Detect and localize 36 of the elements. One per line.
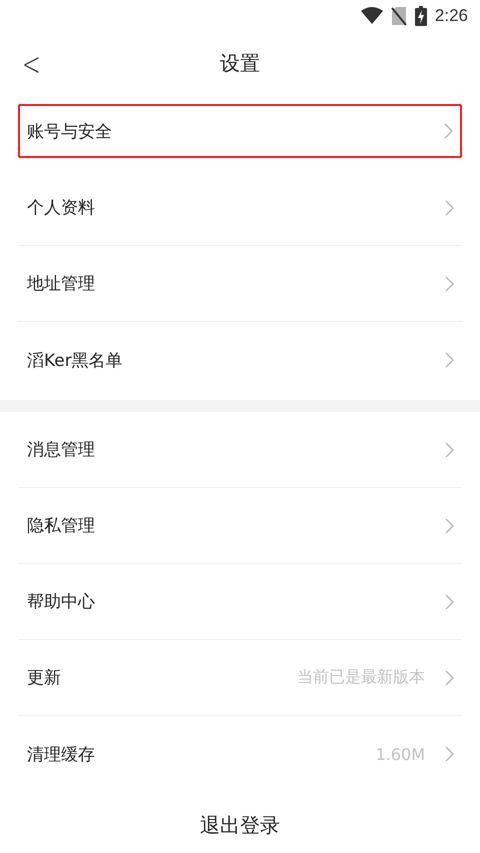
settings-row[interactable]: 个人资料 (18, 170, 462, 246)
row-label: 滔Ker黑名单 (27, 350, 123, 372)
row-label: 帮助中心 (27, 591, 95, 613)
chevron-right-icon (445, 518, 454, 534)
settings-row[interactable]: 帮助中心 (18, 564, 462, 640)
row-label: 清理缓存 (27, 744, 95, 766)
logout-button[interactable]: 退出登录 (190, 808, 290, 843)
settings-row[interactable]: 消息管理 (18, 412, 462, 488)
chevron-right-icon (445, 352, 454, 368)
settings-row[interactable]: 账号与安全 (18, 104, 462, 158)
no-sim-icon (390, 6, 407, 26)
settings-row[interactable]: 清理缓存 1.60M (18, 716, 462, 792)
wifi-icon (360, 7, 383, 25)
row-value: 1.60M (376, 744, 425, 764)
settings-row[interactable]: 地址管理 (18, 246, 462, 322)
settings-row[interactable]: 隐私管理 (18, 488, 462, 564)
clock-time: 2:26 (434, 6, 468, 26)
row-label: 隐私管理 (27, 515, 95, 537)
chevron-right-icon (444, 123, 453, 139)
row-label: 个人资料 (27, 197, 95, 219)
chevron-right-icon (445, 200, 454, 216)
page-title: 设置 (220, 50, 260, 76)
row-label: 更新 (27, 667, 61, 689)
chevron-right-icon (445, 594, 454, 610)
row-value: 当前已是最新版本 (297, 667, 425, 688)
row-label: 地址管理 (27, 273, 95, 295)
chevron-right-icon (445, 670, 454, 686)
settings-row[interactable]: 滔Ker黑名单 (18, 322, 462, 398)
settings-row[interactable]: 更新 当前已是最新版本 (18, 640, 462, 716)
chevron-right-icon (445, 442, 454, 458)
back-button[interactable]: < (18, 45, 45, 83)
row-label: 消息管理 (27, 439, 95, 461)
chevron-right-icon (445, 746, 454, 762)
row-label: 账号与安全 (27, 120, 112, 142)
battery-charging-icon (414, 6, 427, 26)
chevron-right-icon (445, 276, 454, 292)
